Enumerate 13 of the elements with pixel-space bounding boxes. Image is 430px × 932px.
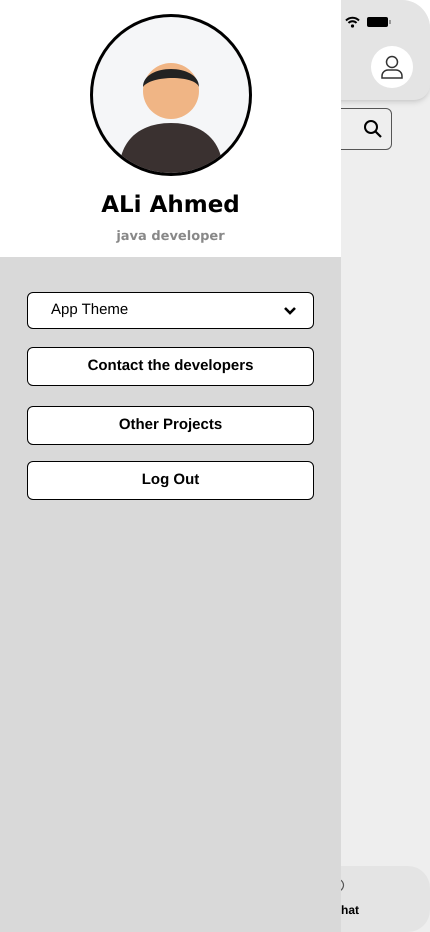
theme-dropdown[interactable]: App Theme — [27, 292, 314, 329]
battery-icon — [367, 17, 391, 27]
wifi-icon — [345, 16, 360, 28]
profile-name: ALi Ahmed — [101, 191, 240, 220]
menu-button[interactable]: Log Out — [27, 461, 314, 500]
chevron-down-icon — [283, 306, 297, 316]
profile-role: java developer — [116, 228, 225, 246]
search-icon — [363, 119, 383, 139]
nav-label[interactable]: hat — [341, 901, 359, 919]
user-icon — [379, 54, 405, 80]
profile-button[interactable] — [371, 46, 413, 88]
menu-button[interactable]: Other Projects — [27, 406, 314, 445]
menu-button[interactable]: Contact the developers — [27, 347, 314, 386]
